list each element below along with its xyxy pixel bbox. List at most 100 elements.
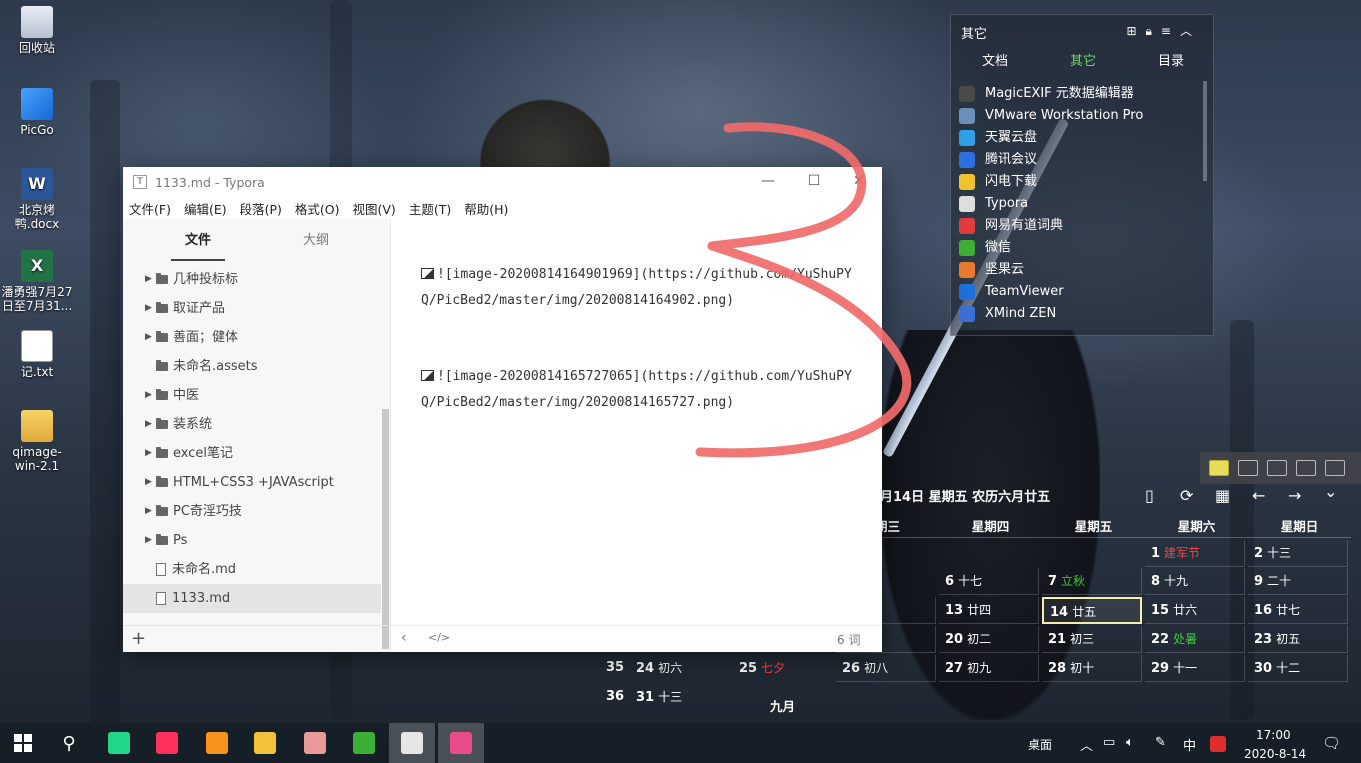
launcher-tab-other[interactable]: 其它 bbox=[1039, 51, 1127, 73]
menu-file[interactable]: 文件(F) bbox=[129, 199, 171, 218]
editor-line[interactable]: ![image-20200814164901969](https://githu… bbox=[421, 262, 861, 314]
calendar-day-cell[interactable]: 2 十三 bbox=[1248, 540, 1348, 567]
desktop-icon-picgo[interactable]: PicGo bbox=[0, 88, 74, 137]
calendar-day-cell[interactable]: 31 十三 bbox=[630, 684, 730, 711]
launcher-item[interactable]: 闪电下载 bbox=[959, 171, 1203, 193]
chevron-right-icon[interactable]: ▶ bbox=[145, 526, 153, 555]
search-icon[interactable] bbox=[1296, 460, 1316, 476]
tree-folder-item[interactable]: ▶ 中医 bbox=[123, 381, 381, 410]
taskbar-app-button[interactable] bbox=[292, 723, 338, 763]
menu-view[interactable]: 视图(V) bbox=[353, 199, 396, 218]
chevron-right-icon[interactable]: ▶ bbox=[145, 294, 153, 323]
chevron-up-icon[interactable]: ︿ bbox=[1180, 24, 1201, 38]
calendar-day-cell[interactable]: 20 初二 bbox=[939, 626, 1039, 653]
launcher-item[interactable]: 腾讯会议 bbox=[959, 149, 1203, 171]
notepad-icon[interactable] bbox=[1238, 460, 1258, 476]
calendar-day-cell[interactable]: 26 初八 bbox=[836, 655, 936, 682]
launcher-item[interactable]: MagicEXIF 元数据编辑器 bbox=[959, 83, 1203, 105]
editor-area[interactable]: ![image-20200814164901969](https://githu… bbox=[391, 219, 882, 624]
desktop-icon-recycle-bin[interactable]: 回收站 bbox=[0, 6, 74, 55]
chevron-right-icon[interactable]: ▶ bbox=[145, 439, 153, 468]
start-button[interactable] bbox=[0, 723, 46, 763]
camera-icon[interactable] bbox=[1325, 460, 1345, 476]
calendar-day-cell[interactable]: 16 廿七 bbox=[1248, 597, 1348, 624]
tree-folder-item[interactable]: ▶未命名.assets bbox=[123, 352, 381, 381]
battery-icon[interactable]: ▭ bbox=[1103, 735, 1115, 750]
calendar-icon[interactable]: ▦ bbox=[1215, 486, 1230, 505]
chevron-right-icon[interactable]: ▶ bbox=[145, 265, 153, 294]
launcher-item[interactable]: 网易有道词典 bbox=[959, 215, 1203, 237]
launcher-controls[interactable]: ⊞🔒︎≡︿ bbox=[1126, 22, 1201, 39]
editor-line[interactable]: ![image-20200814165727065](https://githu… bbox=[421, 364, 861, 416]
tab-outline[interactable]: 大纲 bbox=[251, 227, 381, 255]
launcher-item[interactable]: 天翼云盘 bbox=[959, 127, 1203, 149]
taskbar-app-button[interactable] bbox=[341, 723, 387, 763]
calendar-day-cell[interactable]: 27 初九 bbox=[939, 655, 1039, 682]
minimize-icon[interactable]: — bbox=[745, 167, 791, 197]
ime-indicator[interactable]: 中 bbox=[1183, 735, 1196, 754]
taskbar-app-button[interactable] bbox=[389, 723, 435, 763]
launcher-tab-docs[interactable]: 文档 bbox=[951, 51, 1039, 73]
tab-files[interactable]: 文件 bbox=[133, 227, 263, 261]
calendar-day-cell[interactable]: 30 十二 bbox=[1248, 655, 1348, 682]
calendar-day-cell[interactable]: 1 建军节 bbox=[1145, 540, 1245, 567]
word-count[interactable]: 6 词 bbox=[837, 631, 860, 648]
tree-file-item[interactable]: ▶1133.md bbox=[123, 584, 381, 613]
launcher-item[interactable]: 微信 bbox=[959, 237, 1203, 259]
add-file-button[interactable]: + bbox=[131, 628, 146, 649]
chevron-right-icon[interactable]: ▶ bbox=[145, 323, 153, 352]
taskbar-app-button[interactable] bbox=[96, 723, 142, 763]
calendar-day-cell[interactable]: 22 处暑 bbox=[1145, 626, 1245, 653]
taskbar-app-button[interactable] bbox=[438, 723, 484, 763]
arrow-right-icon[interactable]: → bbox=[1288, 486, 1301, 505]
clock-date[interactable]: 2020-8-14 bbox=[1244, 747, 1306, 761]
tree-folder-item[interactable]: ▶ HTML+CSS3 +JAVAscript bbox=[123, 468, 381, 497]
launcher-tab-dir[interactable]: 目录 bbox=[1127, 51, 1215, 73]
grid-view-icon[interactable]: ⊞ bbox=[1126, 24, 1145, 38]
lock-icon[interactable]: 🔒︎ bbox=[1146, 24, 1161, 38]
calendar-day-cell[interactable]: 29 十一 bbox=[1145, 655, 1245, 682]
tree-folder-item[interactable]: ▶ 装系统 bbox=[123, 410, 381, 439]
calendar-day-cell[interactable]: 23 初五 bbox=[1248, 626, 1348, 653]
sync-icon[interactable]: ⟳ bbox=[1180, 486, 1193, 505]
launcher-item[interactable]: Typora bbox=[959, 193, 1203, 215]
calendar-day-cell[interactable]: 25 七夕 bbox=[733, 655, 833, 682]
calendar-day-cell[interactable]: 15 廿六 bbox=[1145, 597, 1245, 624]
tree-folder-item[interactable]: ▶ Ps bbox=[123, 526, 381, 555]
taskbar-app-button[interactable] bbox=[242, 723, 288, 763]
sticky-note-icon[interactable] bbox=[1209, 460, 1229, 476]
notification-icon[interactable]: 🗨︎ bbox=[1322, 734, 1341, 752]
desktop-icon-docx[interactable]: W 北京烤鸭.docx bbox=[0, 168, 74, 231]
tree-folder-item[interactable]: ▶ 几种投标标 bbox=[123, 265, 381, 294]
desktop-icon-txt[interactable]: 记.txt bbox=[0, 330, 74, 379]
chevron-up-icon[interactable]: ︿ bbox=[1080, 735, 1093, 754]
maximize-icon[interactable]: ☐ bbox=[791, 167, 837, 197]
sidebar-scrollbar[interactable] bbox=[382, 409, 389, 649]
calendar-day-cell[interactable]: 9 二十 bbox=[1248, 568, 1348, 595]
desktop-icon-xlsx[interactable]: X 潘勇强7月27日至7月31... bbox=[0, 250, 74, 313]
menu-edit[interactable]: 编辑(E) bbox=[184, 199, 227, 218]
launcher-item[interactable]: XMind ZEN bbox=[959, 303, 1203, 325]
contacts-icon[interactable] bbox=[1267, 460, 1287, 476]
launcher-scrollbar[interactable] bbox=[1203, 81, 1207, 181]
menu-theme[interactable]: 主题(T) bbox=[409, 199, 451, 218]
phone-icon[interactable]: ▯ bbox=[1145, 486, 1154, 505]
chevron-right-icon[interactable]: ▶ bbox=[145, 381, 153, 410]
taskbar-app-button[interactable] bbox=[144, 723, 190, 763]
calendar-day-cell[interactable]: 28 初十 bbox=[1042, 655, 1142, 682]
tree-file-item[interactable]: ▶未命名.md bbox=[123, 555, 381, 584]
chevron-right-icon[interactable]: ▶ bbox=[145, 410, 153, 439]
calendar-day-cell[interactable]: 21 初三 bbox=[1042, 626, 1142, 653]
chevron-down-icon[interactable]: ⌄ bbox=[1324, 482, 1337, 501]
calendar-day-cell[interactable]: 7 立秋 bbox=[1042, 568, 1142, 595]
calendar-day-cell[interactable]: 14 廿五 bbox=[1042, 597, 1142, 624]
menu-paragraph[interactable]: 段落(P) bbox=[240, 199, 282, 218]
menu-icon[interactable]: ≡ bbox=[1161, 24, 1180, 38]
tree-folder-item[interactable]: ▶ 善面；健体 bbox=[123, 323, 381, 352]
arrow-left-icon[interactable]: ← bbox=[1252, 486, 1265, 505]
window-titlebar[interactable]: T 1133.md - Typora — ☐ ✕ bbox=[123, 167, 882, 197]
clock-time[interactable]: 17:00 bbox=[1256, 728, 1291, 742]
chevron-left-icon[interactable]: ‹ bbox=[401, 630, 407, 646]
calendar-day-cell[interactable]: 6 十七 bbox=[939, 568, 1039, 595]
calendar-day-cell[interactable]: 8 十九 bbox=[1145, 568, 1245, 595]
